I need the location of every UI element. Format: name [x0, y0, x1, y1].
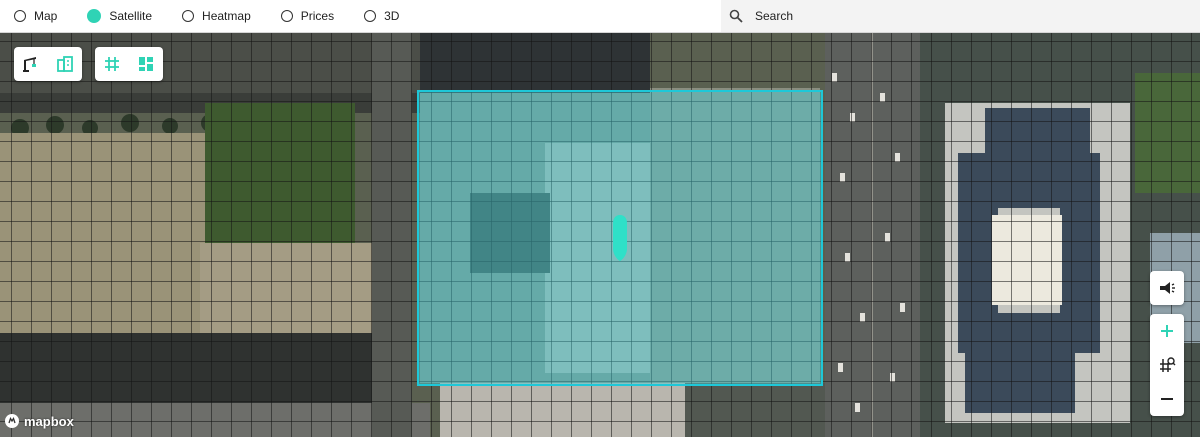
layer-switcher: Map Satellite Heatmap Prices 3D — [14, 0, 429, 32]
radio-icon[interactable] — [14, 10, 26, 22]
buildings-button[interactable] — [48, 47, 82, 81]
crane-button[interactable] — [14, 47, 48, 81]
radio-icon[interactable] — [364, 10, 377, 22]
radio-selected-icon[interactable] — [87, 9, 102, 23]
zoom-out-button[interactable] — [1150, 382, 1184, 416]
search-input[interactable] — [753, 8, 1157, 24]
announce-control — [1150, 271, 1184, 305]
layer-label: Map — [34, 9, 58, 23]
mapbox-logo-text: mapbox — [24, 413, 74, 429]
layer-option-map[interactable]: Map — [14, 9, 57, 23]
grid-zoom-icon — [1160, 357, 1176, 372]
layer-label: 3D — [384, 9, 400, 23]
dashboard-icon — [139, 57, 153, 71]
grid-zoom-button[interactable] — [1150, 348, 1184, 382]
grid-icon — [105, 57, 119, 71]
map-canvas[interactable]: mapbox — [0, 33, 1200, 437]
layer-label: Prices — [300, 9, 335, 23]
search-icon — [729, 9, 743, 23]
top-bar: Map Satellite Heatmap Prices 3D — [0, 0, 1200, 33]
announce-icon — [1160, 282, 1175, 294]
zoom-out-icon — [1161, 398, 1173, 400]
radio-icon[interactable] — [280, 10, 293, 22]
layer-option-3d[interactable]: 3D — [364, 9, 399, 23]
layer-option-prices[interactable]: Prices — [280, 9, 335, 23]
tool-group-left — [14, 47, 82, 81]
dashboard-button[interactable] — [129, 47, 163, 81]
zoom-in-button[interactable] — [1150, 314, 1184, 348]
grid-button[interactable] — [95, 47, 129, 81]
announce-button[interactable] — [1150, 271, 1184, 305]
layer-option-heatmap[interactable]: Heatmap — [182, 9, 251, 23]
location-marker-icon[interactable] — [609, 213, 631, 263]
mapbox-logo[interactable]: mapbox — [4, 413, 74, 429]
mapbox-logo-icon — [5, 414, 19, 428]
tool-group-view — [95, 47, 163, 81]
layer-label: Satellite — [109, 9, 153, 23]
zoom-controls — [1150, 314, 1184, 416]
buildings-icon — [57, 56, 73, 72]
layer-option-satellite[interactable]: Satellite — [87, 9, 152, 23]
search-bar[interactable] — [721, 0, 1200, 32]
zoom-in-icon — [1161, 325, 1173, 337]
layer-label: Heatmap — [202, 9, 251, 23]
crane-icon — [23, 57, 36, 72]
radio-icon[interactable] — [182, 10, 195, 22]
